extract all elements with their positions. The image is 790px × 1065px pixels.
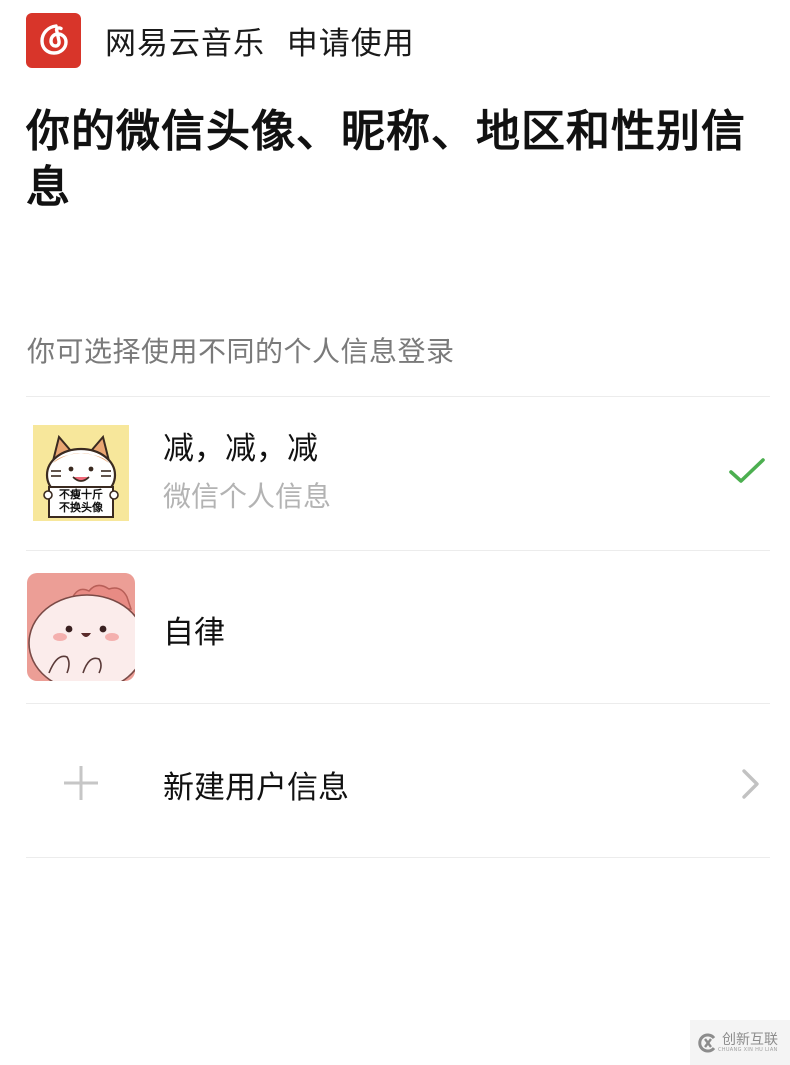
avatar-caption: 不瘦十斤 不换头像 bbox=[59, 488, 103, 514]
app-request-title: 网易云音乐 申请使用 bbox=[105, 25, 415, 62]
netease-music-logo-icon bbox=[26, 12, 81, 68]
watermark-subtext: CHUANG XIN HU LIAN bbox=[718, 1046, 778, 1053]
watermark-logo-icon bbox=[698, 1033, 716, 1052]
profile-option-custom[interactable]: 自律 bbox=[0, 551, 790, 703]
check-icon bbox=[729, 458, 765, 483]
plus-icon bbox=[64, 766, 98, 800]
divider bbox=[26, 857, 770, 858]
new-profile-label: 新建用户信息 bbox=[163, 770, 349, 806]
cat-sticker-avatar: 不瘦十斤 不换头像 bbox=[33, 425, 129, 521]
watermark-text: 创新互联 bbox=[722, 1031, 778, 1048]
chevron-right-icon[interactable] bbox=[740, 768, 762, 800]
profile-name: 减，减，减 bbox=[163, 431, 318, 467]
subtitle: 你可选择使用不同的个人信息登录 bbox=[27, 335, 455, 368]
new-profile-button[interactable]: 新建用户信息 bbox=[0, 704, 790, 857]
pink-dinosaur-avatar bbox=[27, 573, 135, 681]
watermark: 创新互联 CHUANG XIN HU LIAN bbox=[690, 1020, 790, 1065]
profile-name: 自律 bbox=[163, 615, 225, 651]
profile-description: 微信个人信息 bbox=[163, 480, 332, 513]
profile-option-wechat[interactable]: 不瘦十斤 不换头像 减，减，减 微信个人信息 bbox=[0, 397, 790, 550]
page-title: 你的微信头像、昵称、地区和性别信息 bbox=[26, 106, 746, 213]
app-header: 网易云音乐 申请使用 bbox=[26, 12, 415, 68]
